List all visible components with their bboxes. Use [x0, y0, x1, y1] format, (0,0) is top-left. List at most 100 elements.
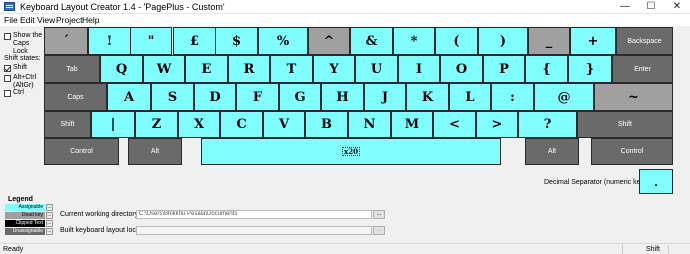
key-left-caps[interactable]: Caps [44, 83, 107, 111]
key-pipe[interactable]: | [91, 111, 135, 138]
key-right-alt[interactable]: Alt [525, 138, 579, 165]
close-button[interactable]: ✕ [664, 0, 690, 14]
menu-file[interactable]: File [4, 14, 18, 26]
key-c[interactable]: C [220, 111, 263, 138]
key-backspace[interactable]: Backspace [616, 27, 673, 55]
legend-dead-key-button[interactable]: ... [46, 212, 53, 219]
key-g[interactable]: G [279, 83, 321, 111]
menu-view[interactable]: View [37, 14, 55, 26]
key-left-paren[interactable]: ( [435, 27, 478, 55]
key-s[interactable]: S [151, 83, 194, 111]
key-acute[interactable]: ´ [44, 27, 88, 55]
key-u[interactable]: U [355, 55, 398, 83]
key-at[interactable]: @ [534, 83, 594, 111]
menu-edit[interactable]: Edit [20, 14, 35, 26]
key-i[interactable]: I [398, 55, 440, 83]
key-quote[interactable]: " [130, 27, 172, 55]
status-shift-state: Shift [646, 246, 661, 253]
key-d[interactable]: D [194, 83, 236, 111]
key-t[interactable]: T [270, 55, 313, 83]
key-glyph: S [167, 89, 178, 105]
key-e[interactable]: E [185, 55, 228, 83]
build-location-browse-button[interactable]: ... [373, 226, 385, 235]
key-x[interactable]: X [178, 111, 220, 138]
key-z[interactable]: Z [135, 111, 178, 138]
altgr-checkbox[interactable] [4, 75, 11, 82]
key-right-control[interactable]: Control [591, 138, 673, 165]
key-left-tab[interactable]: Tab [44, 55, 100, 83]
ctrl-checkbox[interactable] [4, 90, 11, 97]
shift-checkbox[interactable] [4, 65, 11, 72]
key-enter[interactable]: Enter [612, 55, 673, 83]
key-glyph: { [542, 61, 551, 77]
cwd-browse-button[interactable]: ... [373, 210, 385, 219]
key-percent[interactable]: % [258, 27, 308, 55]
menu-project[interactable]: Project [56, 14, 82, 26]
key-f[interactable]: F [236, 83, 279, 111]
maximize-button[interactable]: ☐ [638, 0, 664, 14]
key-colon[interactable]: : [491, 83, 534, 111]
build-location-field[interactable] [136, 226, 372, 235]
show-caps-lock-checkbox[interactable] [4, 33, 11, 40]
key-pound[interactable]: £ [173, 27, 216, 55]
key-caret[interactable]: ^ [308, 27, 350, 55]
key-tilde[interactable]: ~ [594, 83, 673, 111]
key-left-control[interactable]: Control [44, 138, 119, 165]
key-glyph: P [499, 61, 509, 77]
key-glyph: ( [453, 33, 460, 49]
key-glyph: Alt [150, 148, 160, 155]
key-dollar[interactable]: $ [215, 27, 258, 55]
cwd-label: Current working directory [60, 211, 139, 218]
key-ampersand[interactable]: & [350, 27, 393, 55]
key-y[interactable]: Y [313, 55, 355, 83]
key-underscore[interactable]: _ [528, 27, 570, 55]
key-alt[interactable]: Alt [128, 138, 182, 165]
app-icon [4, 2, 15, 11]
key-glyph: ´ [62, 33, 70, 49]
key-glyph: < [449, 117, 460, 132]
key-o[interactable]: O [440, 55, 483, 83]
key-m[interactable]: M [391, 111, 433, 138]
key-left-brace[interactable]: { [525, 55, 568, 83]
key-glyph: ! [106, 33, 113, 49]
key-exclamation[interactable]: ! [88, 27, 131, 55]
legend-title: Legend [8, 196, 33, 203]
key-right-shift[interactable]: Shift [577, 111, 673, 138]
key-right-paren[interactable]: ) [478, 27, 528, 55]
key-less-than[interactable]: < [433, 111, 476, 138]
key-left-shift[interactable]: Shift [44, 111, 91, 138]
legend-assignable: Assignable [5, 204, 45, 211]
legend-clipped-text-button[interactable]: ... [46, 220, 53, 227]
legend-assignable-button[interactable]: ... [46, 204, 53, 211]
key-r[interactable]: R [228, 55, 270, 83]
menu-help[interactable]: Help [82, 14, 99, 26]
key-v[interactable]: V [263, 111, 305, 138]
key-glyph: Shift [617, 121, 632, 128]
legend-unassignable-button[interactable]: ... [46, 228, 53, 235]
key-w[interactable]: W [143, 55, 185, 83]
key-greater-than[interactable]: > [476, 111, 518, 138]
key-plus[interactable]: + [570, 27, 616, 55]
key-question[interactable]: ? [518, 111, 577, 138]
cwd-field[interactable]: C:\Users\Bhikkhu Pesala\Documents [136, 210, 372, 219]
key-space[interactable]: x20 [201, 138, 501, 165]
key-l[interactable]: L [449, 83, 491, 111]
key-n[interactable]: N [348, 111, 391, 138]
key-glyph: _ [545, 33, 553, 49]
decimal-separator-key[interactable]: . [639, 169, 673, 194]
key-b[interactable]: B [305, 111, 348, 138]
key-asterisk[interactable]: * [393, 27, 435, 55]
key-j[interactable]: J [364, 83, 406, 111]
key-glyph: W [156, 61, 172, 77]
key-glyph: ^ [323, 33, 335, 49]
key-right-brace[interactable]: } [568, 55, 612, 83]
key-a[interactable]: A [107, 83, 151, 111]
key-p[interactable]: P [483, 55, 525, 83]
minimize-button[interactable]: — [612, 0, 638, 14]
key-k[interactable]: K [406, 83, 449, 111]
key-glyph: Y [329, 61, 339, 77]
key-q[interactable]: Q [100, 55, 143, 83]
key-glyph: E [201, 61, 212, 77]
key-glyph: : [510, 89, 515, 105]
key-h[interactable]: H [321, 83, 364, 111]
